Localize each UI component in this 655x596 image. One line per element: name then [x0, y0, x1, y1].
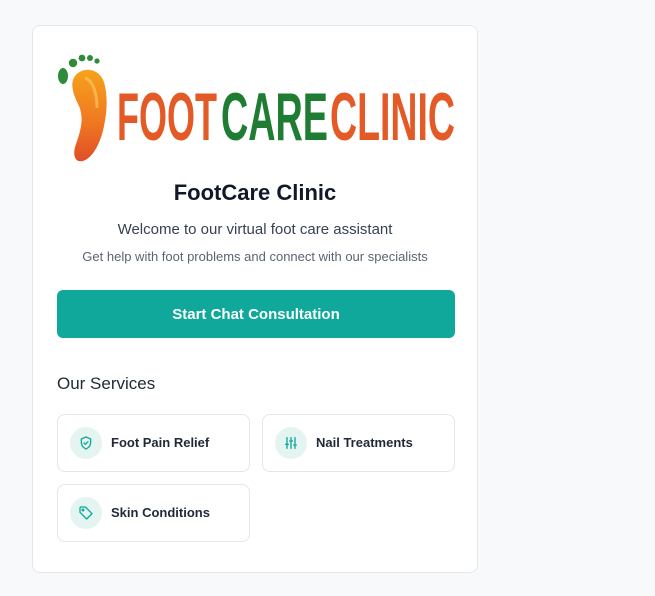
subtext: Get help with foot problems and connect … [82, 249, 428, 264]
tag-icon [70, 497, 102, 529]
service-nail-treatments[interactable]: Nail Treatments [262, 414, 455, 472]
service-label: Skin Conditions [111, 505, 210, 520]
services-heading: Our Services [57, 374, 156, 393]
sliders-icon [275, 427, 307, 459]
shield-icon [70, 427, 102, 459]
clinic-title: FootCare Clinic [173, 180, 337, 205]
service-foot-pain-relief[interactable]: Foot Pain Relief [57, 414, 250, 472]
footcare-clinic-logo: FOOT CARE CLINIC [58, 54, 455, 162]
service-label: Nail Treatments [316, 435, 413, 450]
welcome-text: Welcome to our virtual foot care assista… [117, 221, 393, 238]
start-chat-button[interactable]: Start Chat Consultation [57, 290, 455, 338]
welcome-card: FOOT CARE CLINIC FootCare Clinic Welcome… [32, 25, 478, 573]
logo-word-care: CARE [221, 79, 328, 155]
foot-icon [58, 54, 107, 162]
logo-word-foot: FOOT [117, 79, 217, 155]
service-label: Foot Pain Relief [111, 435, 210, 450]
logo-word-clinic: CLINIC [330, 79, 455, 155]
service-skin-conditions[interactable]: Skin Conditions [57, 484, 250, 542]
